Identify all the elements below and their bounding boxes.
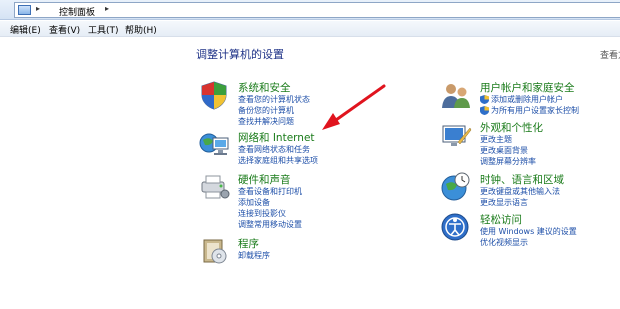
chevron-right-icon[interactable]: ▸ — [36, 4, 40, 13]
menu-help[interactable]: 帮助(H) — [125, 23, 157, 36]
address-bar: ▸ 控制面板 ▸ — [0, 0, 620, 20]
address-field[interactable]: ▸ 控制面板 ▸ — [14, 2, 620, 18]
breadcrumb-control-panel[interactable]: 控制面板 — [59, 5, 95, 18]
menu-bar: 编辑(E) 查看(V) 工具(T) 帮助(H) — [0, 21, 620, 37]
menu-tools[interactable]: 工具(T) — [88, 23, 119, 36]
menu-edit[interactable]: 编辑(E) — [10, 23, 41, 36]
control-panel-content: 调整计算机的设置 查看方 系统和安全 查看您的计算机状态 备份您的计算机 查找并… — [0, 38, 620, 309]
annotation-arrow-icon — [322, 84, 386, 130]
control-panel-icon — [18, 5, 31, 15]
chevron-right-icon[interactable]: ▸ — [105, 4, 109, 13]
menu-view[interactable]: 查看(V) — [49, 23, 80, 36]
